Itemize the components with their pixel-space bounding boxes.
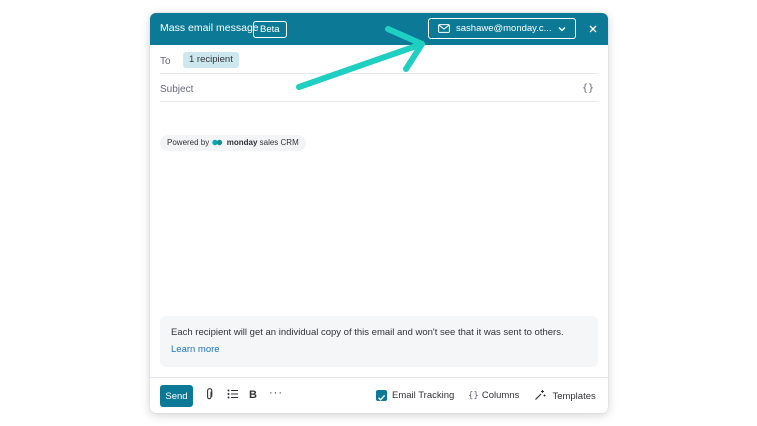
email-tracking-checkbox[interactable]	[376, 390, 387, 401]
powered-by-text: Powered by	[167, 138, 210, 147]
learn-more-link[interactable]: Learn more	[171, 344, 220, 355]
subject-field: {}	[160, 78, 598, 102]
braces-icon: {}	[468, 391, 479, 401]
powered-by-badge: Powered by monday sales CRM	[160, 135, 306, 151]
to-field: To 1 recipient	[160, 50, 598, 74]
paperclip-icon[interactable]	[205, 388, 214, 401]
subject-input[interactable]	[160, 79, 560, 99]
magic-wand-icon	[535, 390, 546, 400]
columns-button[interactable]: {} Columns	[468, 390, 519, 401]
insert-column-button[interactable]: {}	[582, 83, 594, 94]
templates-label: Templates	[552, 391, 596, 402]
monday-logo-icon	[212, 140, 223, 146]
mass-email-dialog: Mass email message Beta sashawe@monday.c…	[150, 13, 608, 413]
info-text: Each recipient will get an individual co…	[171, 327, 564, 338]
columns-label: Columns	[481, 390, 520, 401]
info-notice: Each recipient will get an individual co…	[160, 316, 598, 367]
mail-icon	[438, 24, 450, 33]
recipient-chip[interactable]: 1 recipient	[183, 52, 239, 68]
sender-email: sashawe@monday.c...	[456, 23, 552, 34]
chevron-down-icon	[558, 27, 566, 32]
send-button[interactable]: Send	[160, 385, 193, 407]
templates-button[interactable]: Templates	[534, 388, 596, 406]
more-options-button[interactable]: ···	[269, 387, 283, 399]
check-icon	[378, 394, 386, 401]
to-label: To	[160, 56, 171, 67]
close-icon[interactable]	[586, 21, 600, 37]
dialog-footer: Send B ··· Email Tracking {} Columns Tem…	[150, 377, 608, 413]
dialog-header: Mass email message Beta sashawe@monday.c…	[150, 13, 608, 45]
email-tracking-label: Email Tracking	[392, 390, 455, 401]
brand-suffix: sales CRM	[259, 138, 299, 147]
brand-name: monday	[226, 138, 258, 147]
beta-badge: Beta	[253, 21, 287, 38]
bullet-list-icon[interactable]	[227, 388, 239, 400]
bold-button[interactable]: B	[249, 389, 257, 401]
sender-account-select[interactable]: sashawe@monday.c...	[428, 18, 576, 39]
dialog-title: Mass email message	[160, 22, 259, 34]
